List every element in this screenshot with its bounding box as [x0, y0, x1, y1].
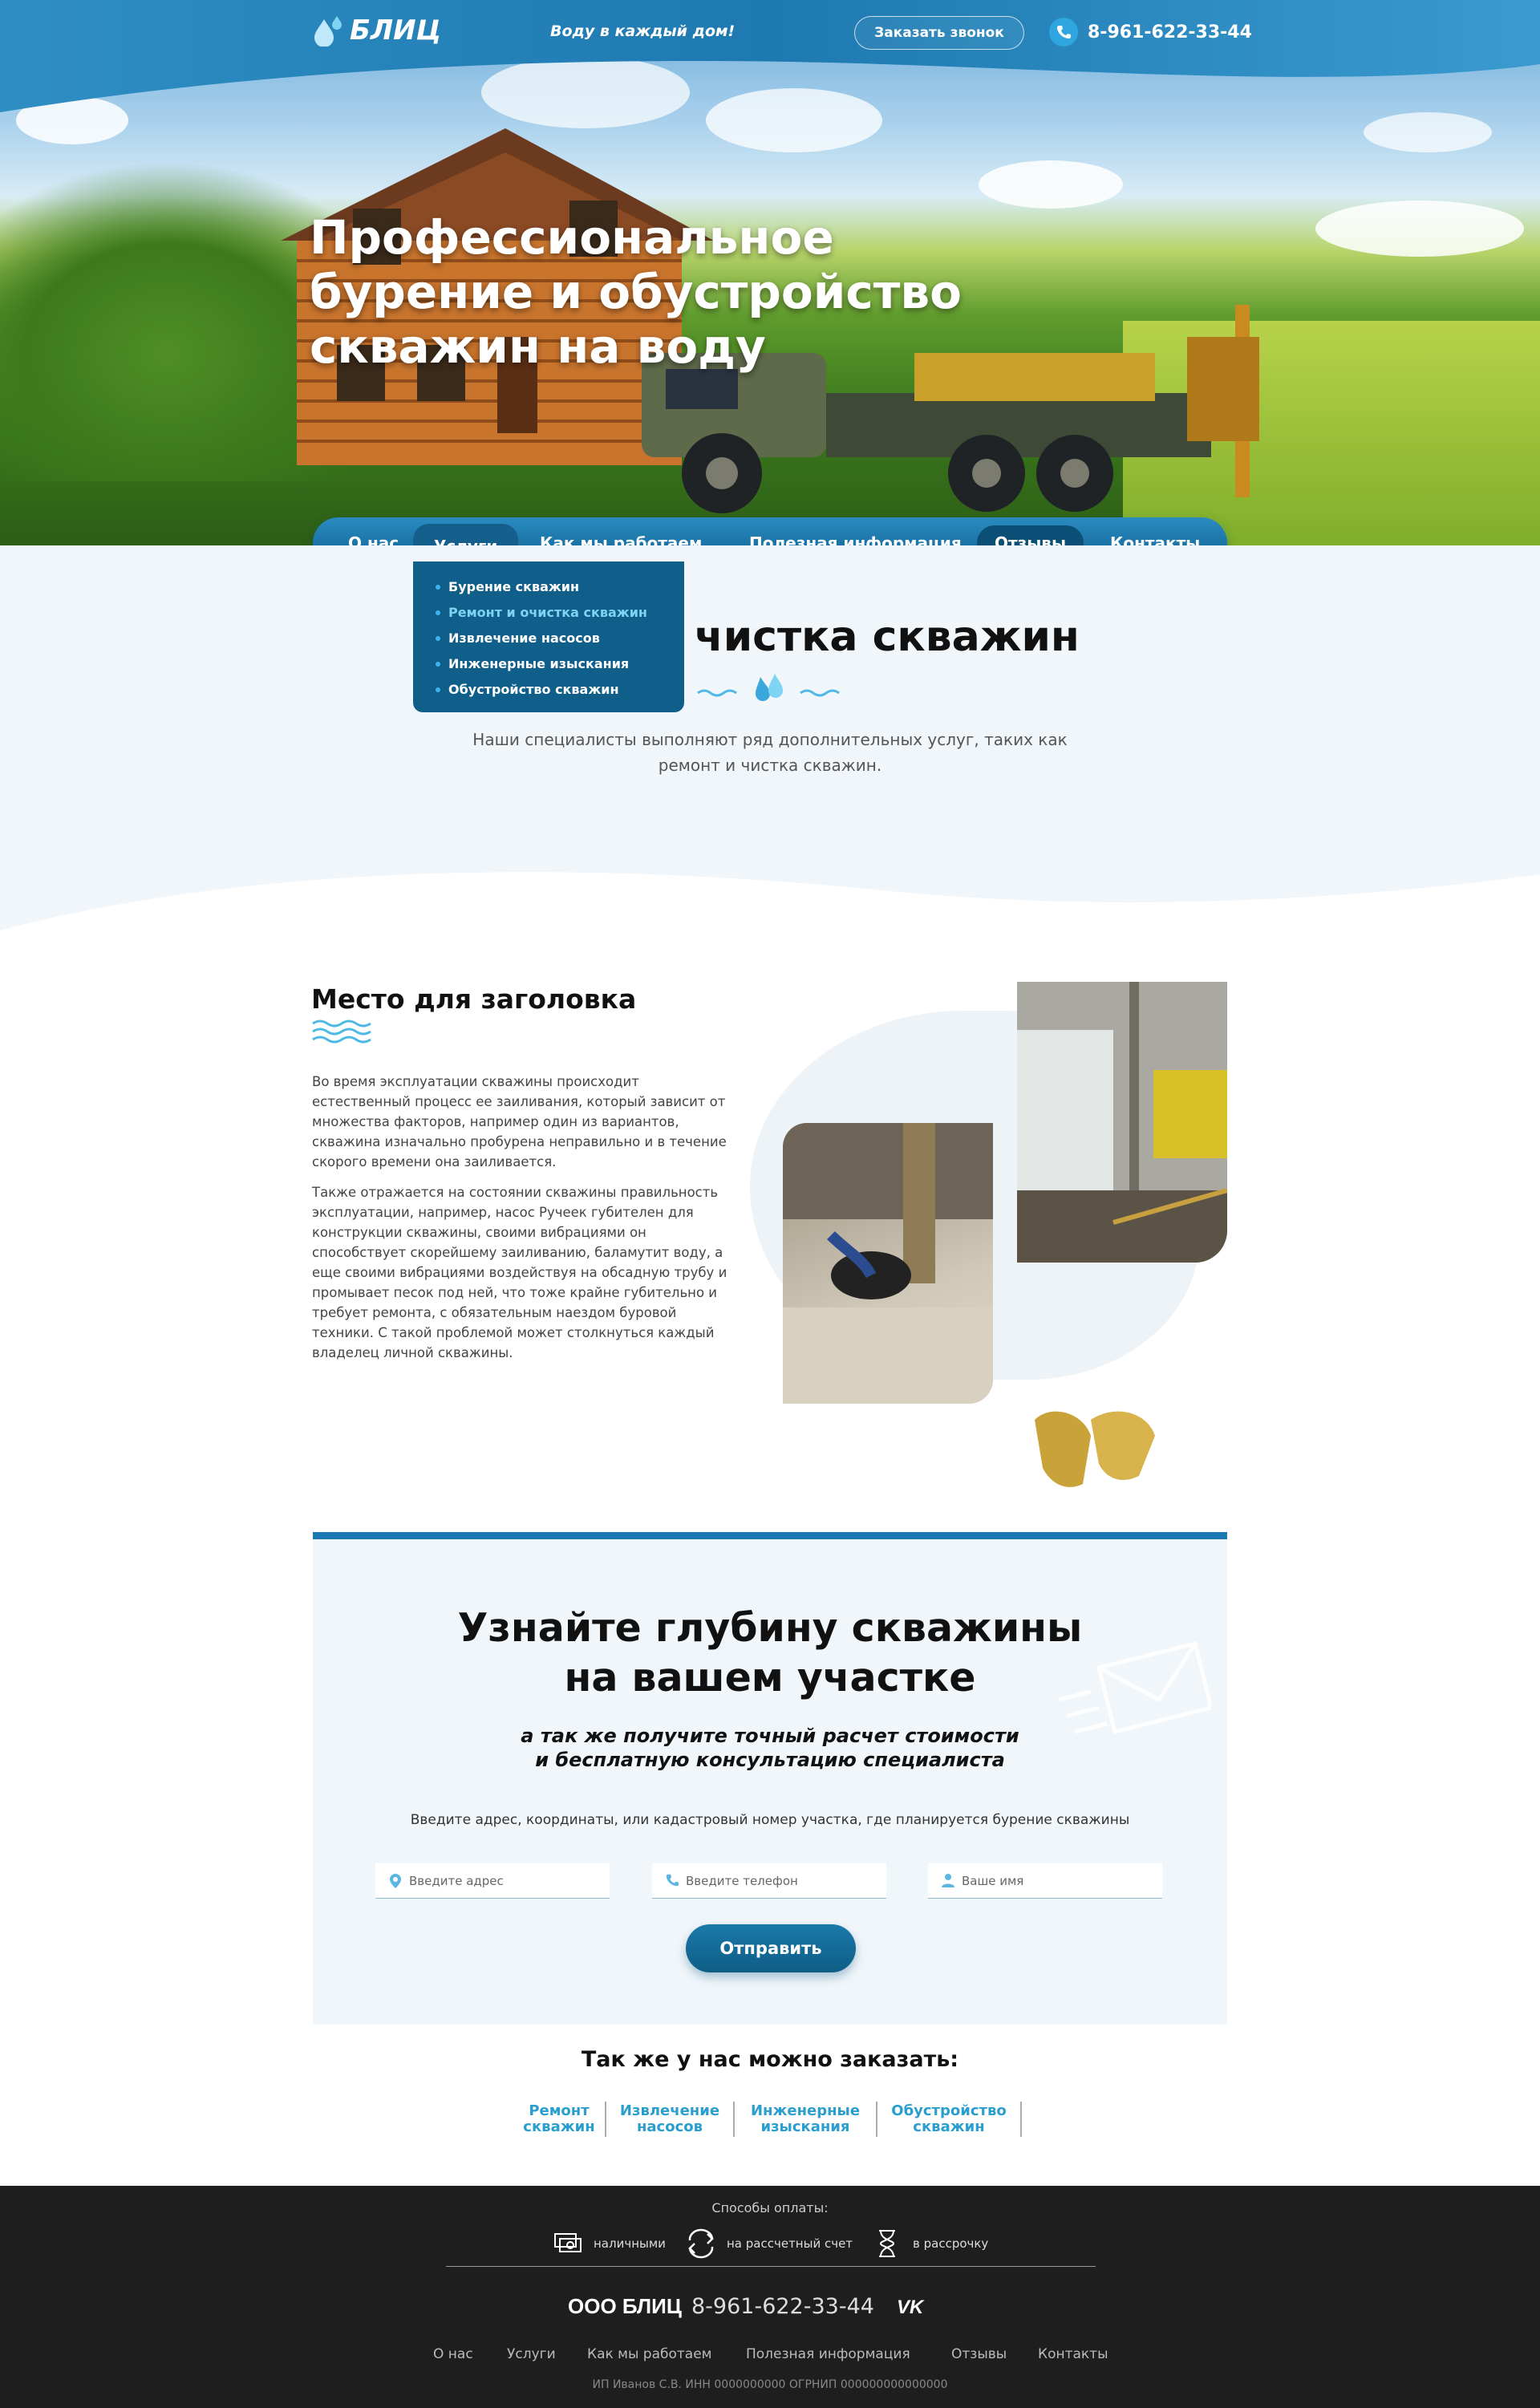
drilling-rig-photo: [1017, 982, 1227, 1263]
address-placeholder: Введите адрес: [409, 1873, 504, 1888]
footer-divider: [446, 2266, 1096, 2267]
work-gloves-illustration: [1035, 1411, 1155, 1487]
form-title-line1: Узнайте глубину скважины: [457, 1605, 1083, 1651]
form-hint: Введите адрес, координаты, или кадастров…: [410, 1812, 1130, 1828]
dropdown-item-engineering[interactable]: Инженерные изыскания: [436, 656, 684, 671]
payment-installment: в рассрочку: [871, 2228, 988, 2260]
address-input[interactable]: Введите адрес: [375, 1863, 610, 1899]
name-placeholder: Ваше имя: [962, 1873, 1024, 1888]
also-item-label: скважин: [523, 2118, 595, 2135]
name-input[interactable]: Ваше имя: [928, 1863, 1162, 1899]
dropdown-item-repair[interactable]: Ремонт и очистка скважин: [436, 605, 684, 620]
submit-button[interactable]: Отправить: [686, 1924, 856, 1972]
article-title: Место для заголовка: [311, 983, 637, 1015]
also-item-label: Обустройство: [891, 2102, 1007, 2119]
also-item-label: Инженерные: [750, 2102, 861, 2119]
section-wave: [0, 872, 1540, 947]
footer-nav-how-we-work[interactable]: Как мы работаем: [587, 2346, 712, 2362]
dropdown-item-pump-extraction[interactable]: Извлечение насосов: [436, 630, 684, 646]
header-phone[interactable]: 8-961-622-33-44: [1049, 18, 1252, 47]
article-paragraph-2: Также отражается на состоянии скважины п…: [312, 1185, 727, 1360]
user-icon: [942, 1874, 954, 1887]
footer-nav-reviews[interactable]: Отзывы: [951, 2346, 1007, 2362]
hourglass-icon: [879, 2230, 895, 2257]
also-item-label: насосов: [636, 2118, 703, 2135]
phone-input[interactable]: Введите телефон: [652, 1863, 886, 1899]
hero-banner: БЛИЦ Воду в каждый дом! Заказать звонок …: [0, 0, 1540, 545]
vk-icon[interactable]: VK: [897, 2297, 923, 2319]
footer-nav-about[interactable]: О нас: [433, 2346, 473, 2362]
cash-icon: [554, 2233, 582, 2252]
form-subtitle: а так же получите точный расчет стоимост…: [313, 1724, 1227, 1772]
tagline: Воду в каждый дом!: [550, 22, 736, 40]
header-wave: [0, 0, 1540, 112]
form-title: Узнайте глубину скважины на вашем участк…: [313, 1603, 1227, 1703]
location-pin-icon: [390, 1874, 401, 1888]
water-drop-icon: [314, 16, 342, 47]
phone-icon: [1049, 18, 1078, 47]
footer-nav-useful-info[interactable]: Полезная информация: [746, 2346, 910, 2362]
transfer-arrows-icon: [688, 2228, 714, 2259]
also-item-label: Извлечение: [619, 2102, 720, 2119]
also-item-label: Ремонт: [529, 2102, 590, 2119]
footer-phone[interactable]: 8-961-622-33-44: [691, 2294, 874, 2319]
form-subtitle-line2: и бесплатную консультацию специалиста: [535, 1749, 1005, 1771]
dropdown-item-arrangement[interactable]: Обустройство скважин: [436, 682, 684, 697]
article-paragraph-1: Во время эксплуатации скважины происходи…: [312, 1074, 727, 1170]
also-item-label: скважин: [913, 2118, 985, 2135]
also-item-pump-extraction[interactable]: Извлечение насосов: [606, 2102, 735, 2137]
payment-bank-transfer: на рассчетный счет: [685, 2228, 853, 2260]
footer: Способы оплаты: наличными на рассчетный …: [0, 2186, 1540, 2408]
payment-methods-title: Способы оплаты:: [711, 2200, 829, 2215]
phone-number: 8-961-622-33-44: [1088, 22, 1252, 43]
call-request-button[interactable]: Заказать звонок: [854, 16, 1024, 50]
section-title: чистка скважин: [695, 613, 1080, 661]
well-casing-photo: [783, 1123, 993, 1404]
legal-info: ИП Иванов С.В. ИНН 0000000000 ОГРНИП 000…: [592, 2378, 948, 2391]
form-title-line2: на вашем участке: [564, 1655, 976, 1701]
also-order-title: Так же у нас можно заказать:: [581, 2047, 959, 2072]
services-dropdown: Бурение скважин Ремонт и очистка скважин…: [413, 561, 684, 712]
also-item-arrangement[interactable]: Обустройство скважин: [877, 2102, 1022, 2137]
phone-icon: [666, 1874, 679, 1887]
logo[interactable]: БЛИЦ: [313, 14, 441, 47]
dropdown-item-drilling[interactable]: Бурение скважин: [436, 579, 684, 594]
phone-placeholder: Введите телефон: [686, 1873, 798, 1888]
payment-label: наличными: [594, 2236, 666, 2251]
also-item-label: изыскания: [760, 2118, 850, 2135]
footer-nav-contacts[interactable]: Контакты: [1038, 2346, 1108, 2362]
payment-label: на рассчетный счет: [727, 2236, 853, 2251]
depth-request-form: Узнайте глубину скважины на вашем участк…: [313, 1532, 1227, 2025]
also-item-repair[interactable]: Ремонт скважин: [513, 2102, 606, 2137]
form-subtitle-line1: а так же получите точный расчет стоимост…: [521, 1725, 1019, 1747]
section-description: Наши специалисты выполняют ряд дополните…: [472, 730, 1068, 775]
also-item-engineering[interactable]: Инженерные изыскания: [735, 2102, 877, 2137]
payment-label: в рассрочку: [913, 2236, 989, 2251]
footer-nav-services[interactable]: Услуги: [507, 2346, 556, 2362]
water-wave-divider-icon: [697, 674, 840, 701]
wave-underline-icon: [312, 1020, 371, 1044]
payment-cash: наличными: [552, 2228, 666, 2260]
footer-company[interactable]: ООО БЛИЦ: [568, 2294, 682, 2319]
hero-title: Профессиональное бурение и обустройство …: [310, 210, 962, 374]
logo-text: БЛИЦ: [350, 14, 442, 47]
